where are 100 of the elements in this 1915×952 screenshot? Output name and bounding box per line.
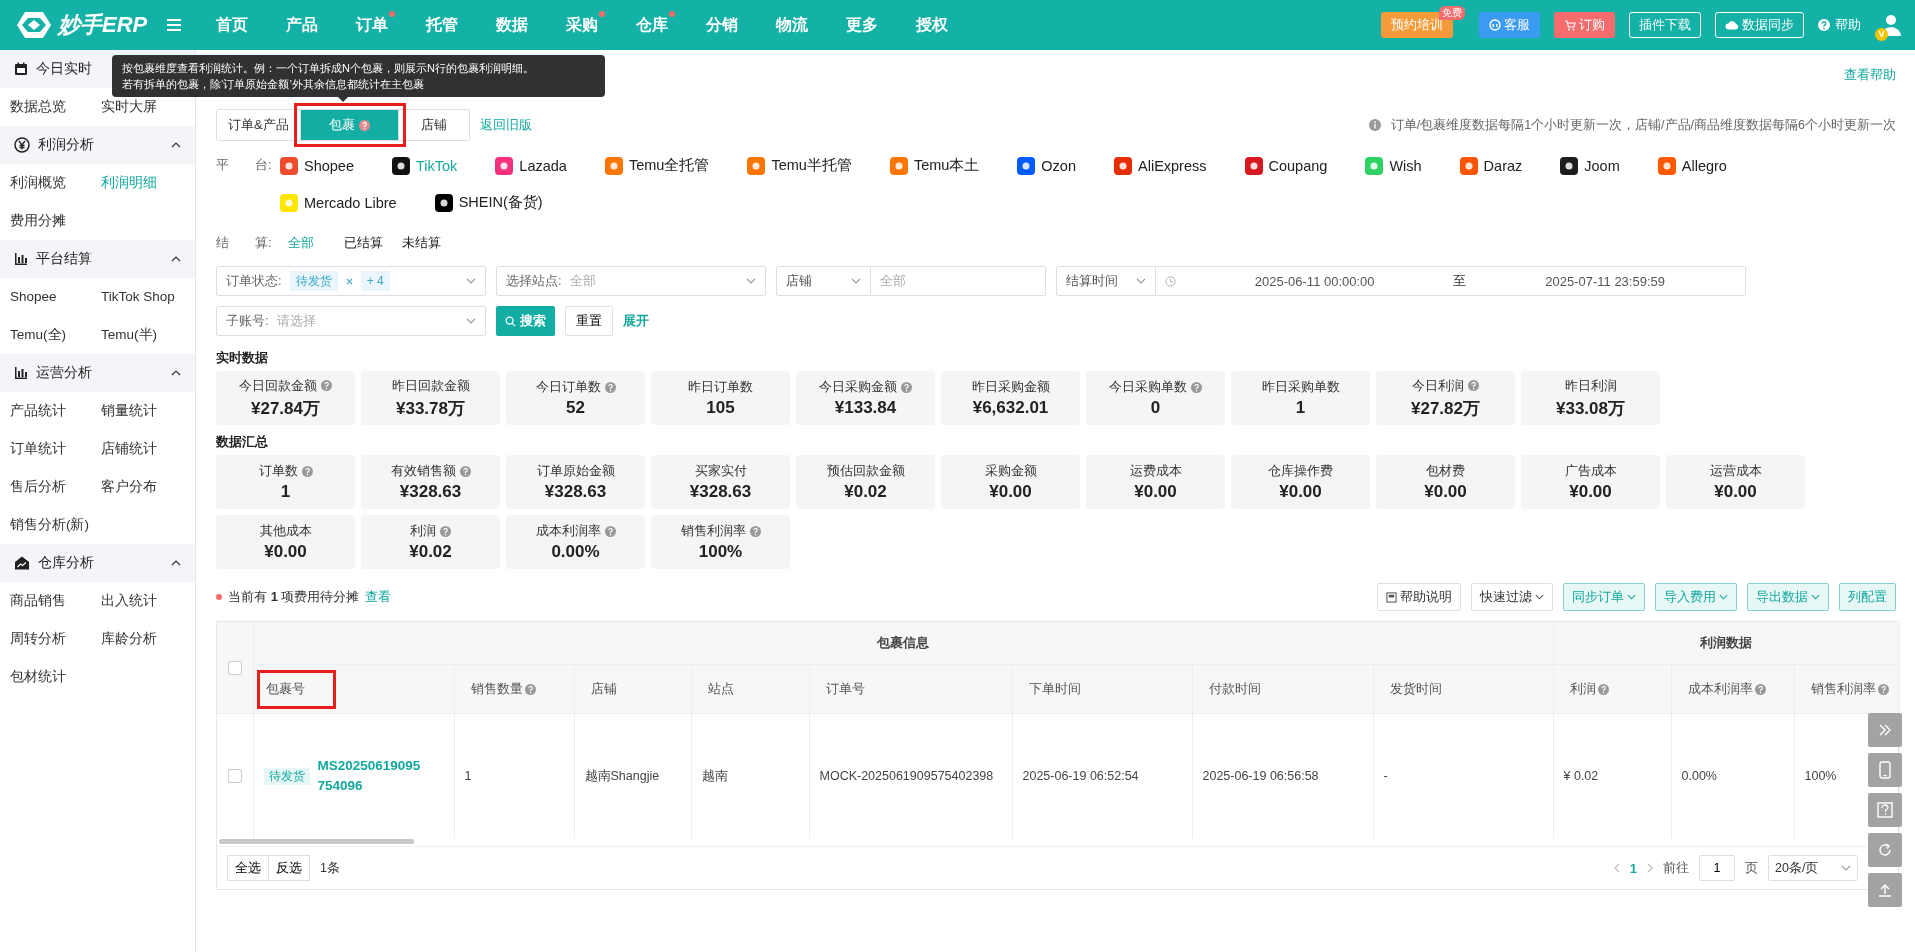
help-icon [524, 683, 536, 695]
settle-option[interactable]: 未结算 [402, 234, 460, 252]
caret-icon [466, 318, 476, 324]
shop-type-select[interactable]: 店铺 [776, 266, 871, 296]
sidebar-section-header[interactable]: 平台结算 [0, 240, 195, 278]
help-icon [459, 465, 471, 477]
chevron-left-icon[interactable] [1613, 863, 1620, 873]
column-header: 利润 [1563, 674, 1615, 704]
help-icon [301, 465, 313, 477]
sidebar-item[interactable]: 商品销售 [10, 582, 101, 620]
close-icon[interactable] [345, 277, 353, 285]
stat-value: 105 [706, 398, 735, 418]
platform-option[interactable]: Coupang [1244, 147, 1328, 184]
update-note: 订单/包裹维度数据每隔1个小时更新一次，店铺/产品/商品维度数据每隔6个小时更新一次 [1390, 116, 1896, 134]
bar-chart-icon [14, 252, 28, 266]
stat-value: ¥0.02 [409, 542, 452, 562]
sidebar-item[interactable]: 店铺统计 [101, 430, 201, 468]
stat-value: ¥33.08万 [1556, 397, 1625, 420]
sidebar-item[interactable]: 费用分摊 [10, 202, 101, 240]
column-header: 销售利润率 [1804, 674, 1895, 704]
platform-option[interactable]: SHEIN(备货) [434, 184, 543, 221]
tab[interactable]: 订单&产品 [217, 110, 301, 140]
settle-option[interactable]: 已结算 [344, 234, 402, 252]
date-range-field[interactable]: 2025-06-11 00:00:00 至 2025-07-11 23:59:59 [1156, 266, 1746, 296]
stat-label: 今日订单数 [535, 378, 616, 396]
mobile-button[interactable] [1868, 753, 1902, 787]
sidebar-item[interactable]: 销售分析(新) [10, 506, 101, 544]
platform-option[interactable]: Ozon [1017, 147, 1076, 184]
sidebar-section-header[interactable]: 利润分析 [0, 126, 195, 164]
sidebar-item[interactable]: Temu(半) [101, 316, 201, 354]
stat-value: ¥0.00 [1569, 482, 1612, 502]
platform-option[interactable]: Allegro [1657, 147, 1727, 184]
platform-option[interactable]: Temu全托管 [604, 147, 710, 184]
caret-icon [1627, 594, 1636, 600]
stat-value: 0 [1150, 398, 1161, 418]
help-icon [1597, 683, 1609, 695]
sub-account-select[interactable]: 子账号: 请选择 [216, 306, 486, 336]
back-to-top-button[interactable] [1868, 873, 1902, 907]
sidebar-item[interactable]: 售后分析 [10, 468, 101, 506]
sidebar-item[interactable]: Temu(全) [10, 316, 101, 354]
sidebar-item[interactable]: 销量统计 [101, 392, 201, 430]
page-input[interactable]: 1 [1699, 855, 1735, 881]
table-cell: ¥ 0.02 [1563, 769, 1599, 783]
order-status-select[interactable]: 订单状态: 待发货 + 4 [216, 266, 486, 296]
platform-option[interactable]: Joom [1560, 147, 1620, 184]
sidebar-item[interactable]: 订单统计 [10, 430, 101, 468]
section-title: 实时数据 [216, 349, 269, 367]
platform-option[interactable]: Temu半托管 [747, 147, 852, 184]
help-icon [1818, 19, 1830, 31]
toolbar-button[interactable]: 快速过滤 [1471, 583, 1553, 611]
sidebar-item[interactable]: 产品统计 [10, 392, 101, 430]
sidebar-section-header[interactable]: 仓库分析 [0, 544, 195, 582]
sidebar-item[interactable]: TikTok Shop [101, 278, 201, 316]
collapse-button[interactable] [1868, 713, 1902, 747]
stat-value: ¥133.84 [834, 398, 897, 418]
stat-value: ¥6,632.01 [972, 398, 1049, 418]
platform-option[interactable]: Daraz [1459, 147, 1523, 184]
sidebar-item[interactable]: 客户分布 [101, 468, 201, 506]
time-type-select[interactable]: 结算时间 [1056, 266, 1156, 296]
platform-option[interactable]: Shopee [280, 147, 354, 184]
sidebar-item[interactable]: 库龄分析 [101, 620, 201, 658]
sidebar-item[interactable]: 数据总览 [10, 88, 101, 126]
double-chevron-icon [1878, 724, 1892, 736]
platform-option[interactable]: Mercado Libre [280, 184, 397, 221]
menu-icon[interactable] [167, 19, 182, 31]
status-tag: 待发货 [263, 767, 310, 785]
feedback-button[interactable] [1868, 793, 1902, 827]
headset-icon [1489, 19, 1501, 31]
table-cell: 2025-06-19 06:52:54 [1022, 769, 1139, 783]
toolbar-button[interactable]: 帮助说明 [1377, 583, 1461, 611]
platform-option[interactable]: AliExpress [1114, 147, 1207, 184]
sidebar-item[interactable]: 周转分析 [10, 620, 101, 658]
refresh-button[interactable] [1868, 833, 1902, 867]
help-icon [321, 380, 332, 391]
scrollbar-thumb[interactable] [219, 839, 414, 844]
warehouse-icon [14, 556, 30, 570]
stat-label: 订单原始金额 [536, 462, 615, 480]
invert-selection-button[interactable]: 反选 [269, 855, 310, 881]
platform-option[interactable]: Temu本土 [889, 147, 980, 184]
chevron-right-icon[interactable] [1647, 863, 1653, 873]
select-all-button[interactable]: 全选 [227, 855, 269, 881]
sidebar-item[interactable]: 包材统计 [10, 658, 101, 696]
reset-button[interactable]: 重置 [565, 306, 613, 336]
platform-option[interactable]: Lazada [495, 147, 567, 184]
sidebar-item[interactable]: Shopee [10, 278, 101, 316]
stat-value: ¥27.84万 [251, 397, 320, 420]
sidebar-section-header[interactable]: 运营分析 [0, 354, 195, 392]
checkbox[interactable] [227, 660, 242, 675]
caret-icon [1136, 278, 1146, 284]
table-cell: 100% [1804, 769, 1837, 783]
sidebar-item[interactable]: 出入统计 [101, 582, 201, 620]
stat-label: 今日采购金额 [819, 378, 912, 396]
stat-value: ¥0.00 [989, 482, 1032, 502]
sidebar-item[interactable]: 利润概览 [10, 164, 101, 202]
caret-icon [1535, 594, 1544, 600]
site-select[interactable]: 选择站点: 全部 [496, 266, 766, 296]
logo-text: 妙手ERP [58, 11, 148, 39]
platform-option[interactable]: Wish [1365, 147, 1422, 184]
page-size-select[interactable]: 20条/页 [1768, 855, 1858, 881]
checkbox[interactable] [227, 769, 242, 784]
